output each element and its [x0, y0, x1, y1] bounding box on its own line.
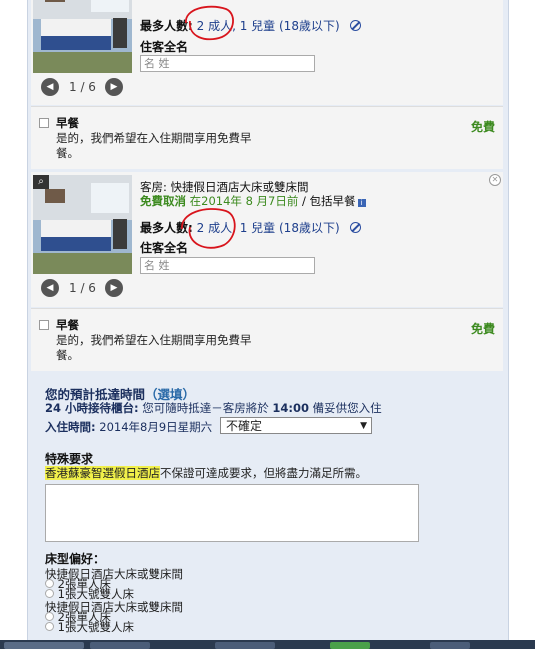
- taskbar-button[interactable]: [90, 642, 150, 649]
- taskbar-button[interactable]: [215, 642, 275, 649]
- arrival-time-select[interactable]: 不確定 ▼: [220, 417, 372, 434]
- checkin-info: 入住時間: 2014年8月9日星期六: [45, 420, 213, 434]
- radio-button[interactable]: [45, 622, 54, 631]
- breakfast-price: 免費: [470, 322, 495, 336]
- breakfast-title: 早餐: [56, 116, 79, 130]
- guest-name-input[interactable]: 名 姓: [140, 257, 315, 274]
- room-photo[interactable]: [33, 0, 132, 73]
- radio-button[interactable]: [45, 589, 54, 598]
- guest-name-label: 住客全名: [140, 40, 189, 54]
- special-requests-note: 香港蘇豪智選假日酒店不保證可達成要求，但將盡力滿足所需。: [45, 466, 367, 480]
- photo-pager: ◀ 1 / 6 ▶: [41, 279, 131, 297]
- cancel-policy: 免費取消 在2014年 8 月7日前 / 包括早餐 i: [140, 193, 366, 209]
- taskbar-button[interactable]: [330, 642, 370, 649]
- guest-name-label: 住客全名: [140, 241, 189, 255]
- prev-photo-button[interactable]: ◀: [41, 78, 59, 96]
- breakfast-row-1: 早餐 是的，我們希望在入住期間享用免費早餐。 免費: [31, 106, 503, 169]
- taskbar-button[interactable]: [4, 642, 84, 649]
- no-smoking-icon: [349, 222, 361, 233]
- pager-text: 1 / 6: [69, 281, 96, 295]
- max-occupancy: 最多人數: 2 成人, 1 兒童 (18歲以下): [140, 17, 361, 34]
- info-icon[interactable]: i: [357, 199, 366, 207]
- pager-text: 1 / 6: [69, 80, 96, 94]
- hotel-name: 香港蘇豪智選假日酒店: [45, 466, 160, 480]
- next-photo-button[interactable]: ▶: [105, 78, 123, 96]
- taskbar-button[interactable]: [430, 642, 470, 649]
- front-desk-info: 24 小時接待櫃台: 您可隨時抵達－客房將於 14:00 備妥供您入住: [45, 401, 382, 415]
- breakfast-price: 免費: [470, 120, 495, 134]
- bed-option[interactable]: 1張大號雙人床: [45, 619, 134, 635]
- breakfast-description: 是的，我們希望在入住期間享用免費早餐。: [56, 333, 252, 362]
- bed-preference-heading: 床型偏好：: [45, 552, 106, 566]
- room-photo[interactable]: ⌕: [33, 175, 132, 274]
- no-smoking-icon: [349, 20, 361, 31]
- breakfast-title: 早餐: [56, 318, 79, 332]
- breakfast-checkbox[interactable]: [39, 118, 49, 128]
- guest-name-input[interactable]: 名 姓: [140, 55, 315, 72]
- photo-pager: ◀ 1 / 6 ▶: [41, 78, 131, 96]
- close-icon[interactable]: ✕: [489, 174, 501, 186]
- max-occupancy: 最多人數: 2 成人, 1 兒童 (18歲以下): [140, 219, 361, 236]
- special-requests-textarea[interactable]: [45, 484, 419, 542]
- prev-photo-button[interactable]: ◀: [41, 279, 59, 297]
- zoom-icon[interactable]: ⌕: [33, 175, 49, 189]
- breakfast-row-2: 早餐 是的，我們希望在入住期間享用免費早餐。 免費: [31, 308, 503, 371]
- breakfast-checkbox[interactable]: [39, 320, 49, 330]
- room-card-2: ✕ ⌕ ◀ 1 / 6 ▶ 客房: 快捷假日酒店大床或雙床間 免費取消 在201…: [31, 172, 503, 307]
- breakfast-description: 是的，我們希望在入住期間享用免費早餐。: [56, 131, 252, 160]
- room-card-1: ◀ 1 / 6 ▶ 最多人數: 2 成人, 1 兒童 (18歲以下) 住客全名 …: [31, 0, 503, 105]
- next-photo-button[interactable]: ▶: [105, 279, 123, 297]
- dropdown-arrow-icon: ▼: [360, 421, 367, 431]
